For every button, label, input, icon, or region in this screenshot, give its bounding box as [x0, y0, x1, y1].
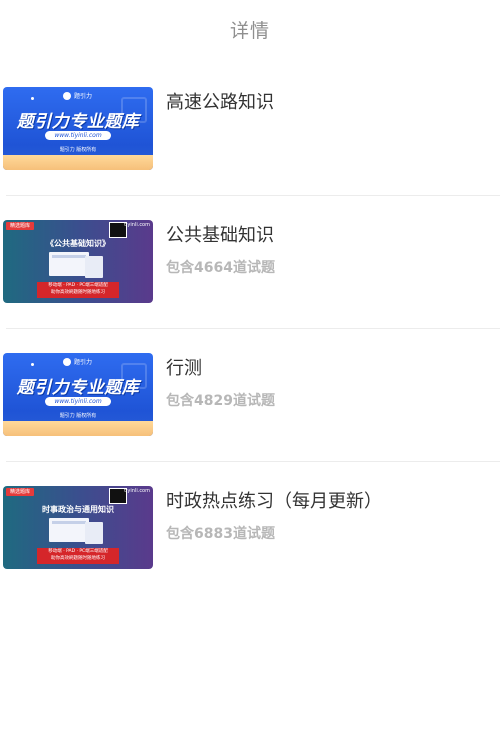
list-item[interactable]: 精选题库 tiyinli.com 时事政治与通用知识 移动端 · PAD · P…	[0, 462, 500, 595]
thumbnail-heading: 时事政治与通用知识	[42, 505, 114, 514]
item-title: 时政热点练习（每月更新）	[166, 491, 382, 512]
header-bar: 详情	[0, 0, 500, 58]
thumbnail-tag: 精选题库	[6, 222, 35, 230]
device-screens-icon	[49, 252, 105, 282]
thumbnail-tag: 精选题库	[6, 488, 35, 496]
thumbnail-rights: 题引力 版权所有	[59, 147, 97, 153]
thumbnail-url: www.tiyinli.com	[45, 397, 111, 406]
thumbnail-promo-box: 移动端 · PAD · PC端三端适配 助你高效刷题随时随地练习	[37, 282, 119, 298]
item-count: 包含4829道试题	[166, 393, 275, 409]
device-screens-icon	[49, 518, 105, 548]
item-title: 行测	[166, 358, 202, 379]
list-item[interactable]: 题引力 题引力专业题库 www.tiyinli.com 题引力 版权所有 高速公…	[0, 63, 500, 196]
logo-text: 题引力	[74, 359, 93, 366]
item-count: 包含6883道试题	[166, 526, 275, 542]
logo-mark-icon	[63, 357, 71, 366]
promo-line-1: 移动端 · PAD · PC端三端适配	[48, 549, 108, 554]
thumbnail-rights: 题引力 版权所有	[59, 413, 97, 419]
item-title: 公共基础知识	[166, 225, 274, 246]
logo: 题引力	[63, 357, 92, 366]
thumbnail-band	[3, 421, 153, 436]
thumbnail-band	[3, 155, 153, 170]
promo-line-2: 助你高效刷题随时随地练习	[51, 556, 105, 561]
logo-text: 题引力	[74, 93, 93, 100]
item-count: 包含4664道试题	[166, 260, 275, 276]
thumbnail-main-text: 题引力专业题库	[16, 112, 140, 132]
thumbnail-brand: tiyinli.com	[124, 222, 150, 228]
thumbnail-brand: tiyinli.com	[124, 488, 150, 494]
logo-mark-icon	[63, 91, 71, 100]
list-item[interactable]: 精选题库 tiyinli.com 《公共基础知识》 移动端 · PAD · PC…	[0, 196, 500, 329]
item-thumbnail: 题引力 题引力专业题库 www.tiyinli.com 题引力 版权所有	[3, 353, 153, 436]
question-bank-list: 题引力 题引力专业题库 www.tiyinli.com 题引力 版权所有 高速公…	[0, 63, 500, 595]
thumbnail-url: www.tiyinli.com	[45, 131, 111, 140]
thumbnail-main-text: 题引力专业题库	[16, 378, 140, 398]
logo: 题引力	[63, 91, 92, 100]
star-decoration	[31, 363, 34, 366]
item-thumbnail: 精选题库 tiyinli.com 时事政治与通用知识 移动端 · PAD · P…	[3, 486, 153, 569]
thumbnail-promo-box: 移动端 · PAD · PC端三端适配 助你高效刷题随时随地练习	[37, 548, 119, 564]
promo-line-2: 助你高效刷题随时随地练习	[51, 290, 105, 295]
promo-line-1: 移动端 · PAD · PC端三端适配	[48, 283, 108, 288]
item-thumbnail: 精选题库 tiyinli.com 《公共基础知识》 移动端 · PAD · PC…	[3, 220, 153, 303]
item-title: 高速公路知识	[166, 92, 274, 113]
star-decoration	[31, 97, 34, 100]
list-item[interactable]: 题引力 题引力专业题库 www.tiyinli.com 题引力 版权所有 行测 …	[0, 329, 500, 462]
item-thumbnail: 题引力 题引力专业题库 www.tiyinli.com 题引力 版权所有	[3, 87, 153, 170]
thumbnail-heading: 《公共基础知识》	[46, 239, 110, 248]
page-title: 详情	[229, 19, 270, 42]
